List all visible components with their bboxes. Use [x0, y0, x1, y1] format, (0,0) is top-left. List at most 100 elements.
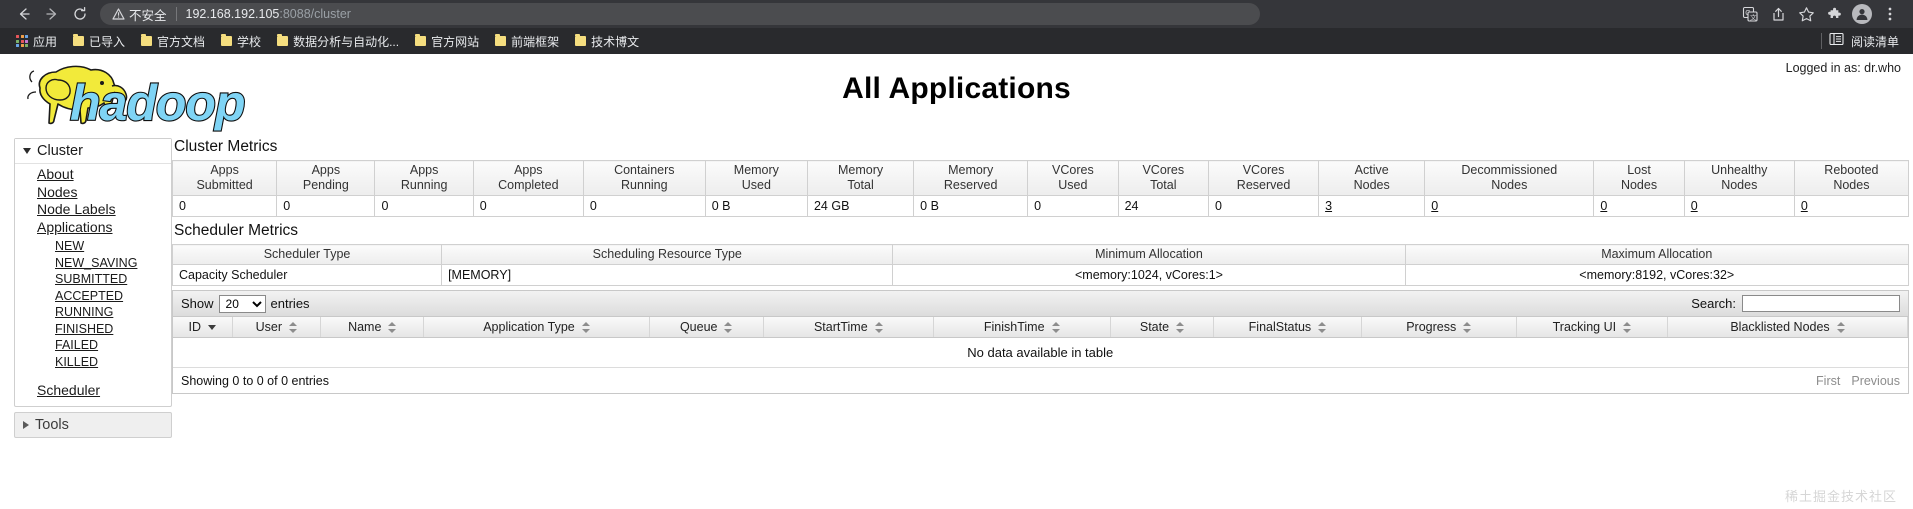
- search-input[interactable]: [1742, 295, 1900, 312]
- bookmark-item-5[interactable]: 前端框架: [487, 30, 567, 52]
- empty-message: No data available in table: [173, 337, 1908, 368]
- sort-both-icon: [288, 321, 298, 333]
- sidebar-item-running[interactable]: RUNNING: [15, 304, 171, 321]
- pagination-previous[interactable]: Previous: [1851, 374, 1900, 388]
- bookmark-item-6[interactable]: 技术博文: [567, 30, 647, 52]
- column-header-id[interactable]: ID: [173, 317, 233, 338]
- sidebar-link-label[interactable]: NEW: [55, 239, 84, 253]
- scheduler-metric-header: Minimum Allocation: [892, 244, 1406, 265]
- column-header-application-type[interactable]: Application Type: [423, 317, 650, 338]
- sidebar-item-accepted[interactable]: ACCEPTED: [15, 288, 171, 305]
- column-header-label: Queue: [679, 320, 718, 334]
- sidebar-item-new-saving[interactable]: NEW_SAVING: [15, 255, 171, 272]
- sidebar-item-node-labels[interactable]: Node Labels: [15, 201, 171, 219]
- cluster-metric-value: 24: [1117, 195, 1210, 217]
- reload-button[interactable]: [66, 0, 94, 28]
- cluster-metric-value: 0: [374, 195, 474, 217]
- sidebar-link-label[interactable]: FAILED: [55, 338, 98, 352]
- reading-list-label[interactable]: 阅读清单: [1851, 33, 1899, 50]
- extensions-button[interactable]: [1821, 1, 1847, 27]
- column-header-progress[interactable]: Progress: [1361, 317, 1517, 338]
- column-header-finishtime[interactable]: FinishTime: [933, 317, 1111, 338]
- cluster-metric-value[interactable]: 0: [1793, 195, 1910, 217]
- sidebar-item-scheduler[interactable]: Scheduler: [15, 376, 171, 400]
- column-header-queue[interactable]: Queue: [649, 317, 764, 338]
- scheduler-metric-value: <memory:8192, vCores:32>: [1404, 264, 1910, 286]
- column-header-state[interactable]: State: [1110, 317, 1215, 338]
- sidebar-item-applications[interactable]: Applications: [15, 219, 171, 237]
- profile-button[interactable]: [1849, 1, 1875, 27]
- cluster-metric-value[interactable]: 0: [1683, 195, 1795, 217]
- cluster-metric-link[interactable]: 0: [1691, 199, 1698, 213]
- bookmark-item-4[interactable]: 官方网站: [407, 30, 487, 52]
- bookmark-item-1[interactable]: 官方文档: [133, 30, 213, 52]
- address-bar[interactable]: 不安全 192.168.192.105:8088/cluster: [100, 3, 1260, 25]
- browser-menu-button[interactable]: [1877, 1, 1903, 27]
- column-header-starttime[interactable]: StartTime: [763, 317, 934, 338]
- bookmark-label: 数据分析与自动化...: [293, 34, 400, 49]
- column-header-user[interactable]: User: [232, 317, 322, 338]
- cluster-metric-value[interactable]: 0: [1593, 195, 1685, 217]
- sidebar-link-label[interactable]: Scheduler: [37, 382, 100, 398]
- sidebar-link-label[interactable]: Nodes: [37, 184, 77, 200]
- sidebar-link-label[interactable]: KILLED: [55, 355, 98, 369]
- translate-button[interactable]: G 文: [1737, 1, 1763, 27]
- reload-icon: [74, 6, 86, 20]
- cluster-metric-link[interactable]: 0: [1600, 199, 1607, 213]
- column-header-name[interactable]: Name: [320, 317, 425, 338]
- column-header-tracking-ui[interactable]: Tracking UI: [1516, 317, 1669, 338]
- column-header-finalstatus[interactable]: FinalStatus: [1213, 317, 1362, 338]
- cluster-metric-value[interactable]: 0: [1424, 195, 1595, 217]
- forward-arrow-icon: [46, 8, 57, 20]
- column-header-blacklisted-nodes[interactable]: Blacklisted Nodes: [1667, 317, 1908, 338]
- forward-button[interactable]: [38, 0, 66, 28]
- cluster-metric-link[interactable]: 0: [1431, 199, 1438, 213]
- cluster-metric-value[interactable]: 3: [1318, 195, 1426, 217]
- sidebar-item-failed[interactable]: FAILED: [15, 337, 171, 354]
- bookmark-label: 学校: [237, 34, 262, 49]
- bookmark-item-3[interactable]: 数据分析与自动化...: [269, 30, 407, 52]
- cluster-metric-link[interactable]: 3: [1325, 199, 1332, 213]
- sidebar-item-killed[interactable]: KILLED: [15, 354, 171, 371]
- bookmark-apps[interactable]: 应用: [8, 30, 65, 52]
- sidebar-item-nodes[interactable]: Nodes: [15, 184, 171, 202]
- three-dot-menu-icon: [1888, 7, 1892, 21]
- sidebar-item-submitted[interactable]: SUBMITTED: [15, 271, 171, 288]
- sidebar-cluster-header[interactable]: Cluster: [15, 139, 171, 164]
- column-header-label: Tracking UI: [1552, 320, 1617, 334]
- sidebar-link-label[interactable]: SUBMITTED: [55, 272, 127, 286]
- url-text: 192.168.192.105:8088/cluster: [186, 7, 351, 21]
- sidebar-link-label[interactable]: ACCEPTED: [55, 289, 123, 303]
- applications-empty-row: No data available in table: [173, 337, 1908, 368]
- page-length-select[interactable]: 20406080100: [218, 294, 266, 313]
- back-button[interactable]: [10, 0, 38, 28]
- sidebar-link-label[interactable]: About: [37, 166, 74, 182]
- metric-header-line: Submitted: [196, 178, 253, 192]
- bookmarks-divider: [1820, 33, 1822, 49]
- watermark: 稀土掘金技术社区: [1784, 489, 1897, 504]
- sidebar-item-new[interactable]: NEW: [15, 238, 171, 255]
- sidebar-link-label[interactable]: Applications: [37, 219, 113, 235]
- share-button[interactable]: [1765, 1, 1791, 27]
- pagination-first[interactable]: First: [1816, 374, 1840, 388]
- column-header-label: FinishTime: [983, 320, 1045, 334]
- sidebar-item-finished[interactable]: FINISHED: [15, 321, 171, 338]
- security-status-text: 不安全: [129, 8, 167, 23]
- sidebar-item-about[interactable]: About: [15, 166, 171, 184]
- sidebar-cluster-panel: Cluster About Nodes Node Labels Applicat…: [14, 138, 172, 407]
- bookmark-item-0[interactable]: 已导入: [65, 30, 133, 52]
- bookmarks-bar-right: 阅读清单: [1820, 32, 1905, 51]
- bookmark-label: 技术博文: [591, 34, 640, 49]
- sidebar-link-label[interactable]: RUNNING: [55, 305, 113, 319]
- sidebar-tools-panel[interactable]: Tools: [14, 411, 172, 438]
- cluster-metric-link[interactable]: 0: [1801, 199, 1808, 213]
- cluster-metric-header: Active Nodes: [1318, 160, 1426, 196]
- cluster-metric-value: 24 GB: [806, 195, 915, 217]
- sidebar-link-label[interactable]: FINISHED: [55, 322, 113, 336]
- scheduler-metric-value: <memory:1024, vCores:1>: [892, 264, 1406, 286]
- bookmark-button[interactable]: [1793, 1, 1819, 27]
- sidebar-link-label[interactable]: Node Labels: [37, 201, 116, 217]
- cluster-metric-header: VCores Total: [1117, 160, 1210, 196]
- bookmark-item-2[interactable]: 学校: [213, 30, 269, 52]
- sidebar-link-label[interactable]: NEW_SAVING: [55, 256, 137, 270]
